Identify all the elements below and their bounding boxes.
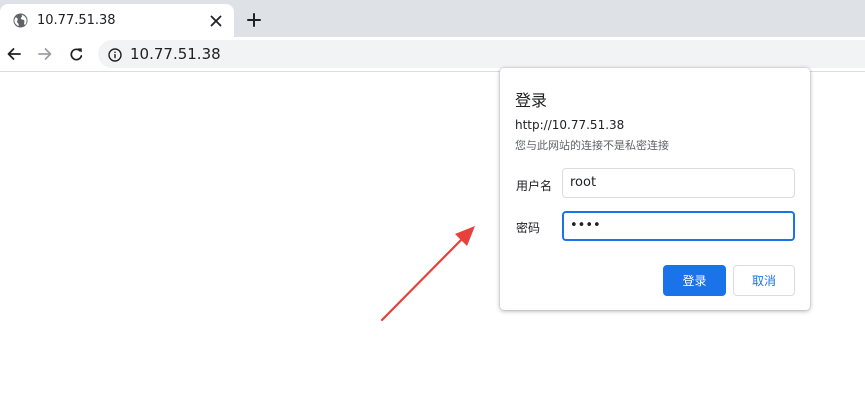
reload-icon[interactable] bbox=[64, 42, 88, 66]
arrow-right-icon[interactable] bbox=[33, 42, 57, 66]
arrow-left-icon[interactable] bbox=[2, 42, 26, 66]
dialog-title: 登录 bbox=[515, 91, 548, 110]
dialog-url: http://10.77.51.38 bbox=[515, 118, 625, 132]
cancel-button[interactable]: 取消 bbox=[733, 265, 795, 296]
globe-icon bbox=[13, 13, 28, 28]
tab-strip: 10.77.51.38 bbox=[0, 0, 865, 37]
connection-warning: 您与此网站的连接不是私密连接 bbox=[515, 139, 669, 152]
url-text: 10.77.51.38 bbox=[130, 45, 221, 63]
username-input[interactable]: root bbox=[562, 168, 795, 198]
login-dialog: 登录 http://10.77.51.38 您与此网站的连接不是私密连接 用户名… bbox=[500, 68, 810, 310]
password-input[interactable]: •••• bbox=[562, 211, 795, 241]
browser-toolbar: 10.77.51.38 bbox=[0, 37, 865, 72]
address-bar[interactable]: 10.77.51.38 bbox=[98, 40, 865, 68]
tab-title: 10.77.51.38 bbox=[37, 13, 116, 28]
close-icon[interactable] bbox=[205, 10, 227, 32]
plus-icon[interactable] bbox=[243, 9, 265, 31]
info-icon[interactable] bbox=[108, 47, 122, 62]
login-button[interactable]: 登录 bbox=[663, 265, 726, 296]
username-label: 用户名 bbox=[516, 179, 553, 193]
browser-tab[interactable]: 10.77.51.38 bbox=[0, 4, 234, 37]
password-label: 密码 bbox=[516, 221, 541, 235]
